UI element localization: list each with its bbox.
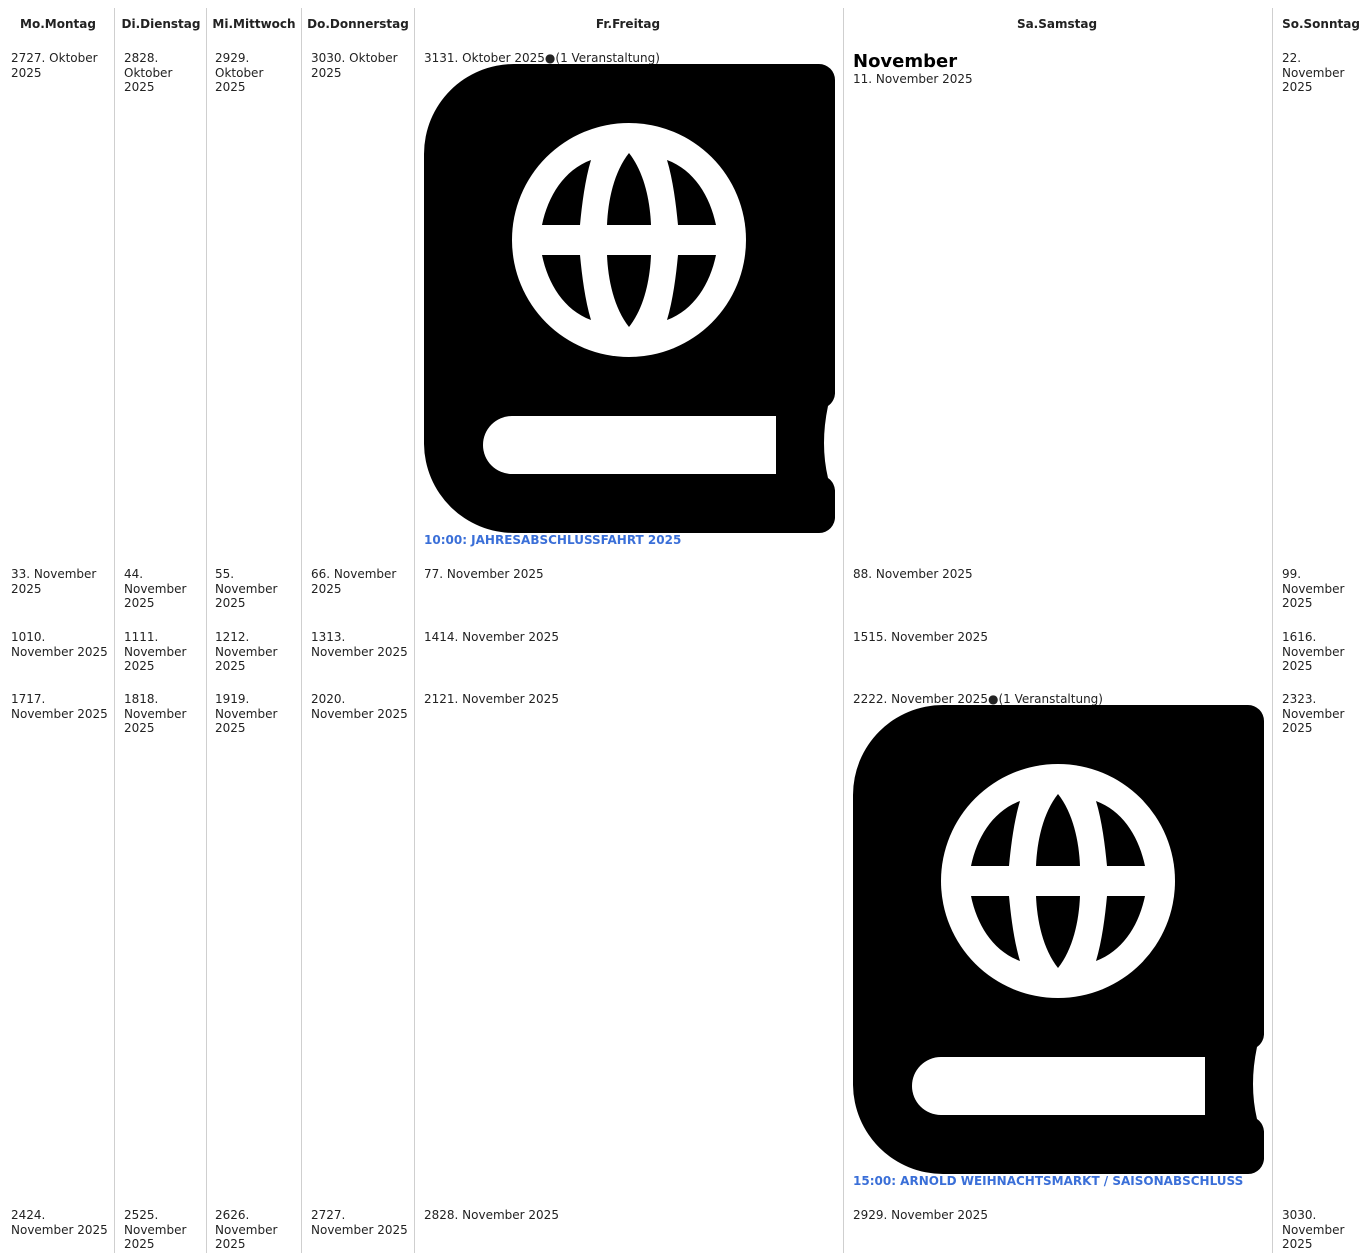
day-cell[interactable]: 2828. November 2025 bbox=[424, 1208, 838, 1223]
month-label: November bbox=[853, 51, 958, 72]
day-cell[interactable]: 2323. November 2025 bbox=[1282, 692, 1352, 736]
column-divider bbox=[414, 8, 415, 1253]
day-cell[interactable]: 88. November 2025 bbox=[853, 567, 1267, 582]
day-cell[interactable]: 33. November 2025 bbox=[11, 567, 111, 596]
day-cell[interactable]: 2525. November 2025 bbox=[124, 1208, 202, 1252]
weekday-header-sunday: So.Sonntag bbox=[1282, 17, 1360, 31]
event-count: (1 Veranstaltung) bbox=[998, 692, 1103, 706]
weekday-header-friday: Fr.Freitag bbox=[595, 17, 661, 31]
event-dot-icon: ● bbox=[987, 692, 999, 706]
day-cell[interactable]: 2929. Oktober 2025 bbox=[215, 51, 297, 95]
column-divider bbox=[114, 8, 115, 1253]
column-divider bbox=[206, 8, 207, 1253]
day-cell-label: 2222. November 2025 bbox=[853, 692, 988, 706]
weekday-header-tuesday: Di.Dienstag bbox=[121, 17, 201, 31]
day-cell[interactable]: 1919. November 2025 bbox=[215, 692, 297, 736]
calendar-month-view: Mo.Montag Di.Dienstag Mi.Mittwoch Do.Don… bbox=[0, 0, 1370, 1253]
day-cell[interactable]: 1515. November 2025 bbox=[853, 630, 1267, 645]
passport-globe-icon[interactable] bbox=[853, 705, 1264, 1174]
day-cell[interactable]: 2727. November 2025 bbox=[311, 1208, 409, 1237]
event-count: (1 Veranstaltung) bbox=[555, 51, 660, 65]
day-cell[interactable]: 55. November 2025 bbox=[215, 567, 297, 611]
event-link[interactable]: 15:00: ARNOLD WEIHNACHTSMARKT / SAISONAB… bbox=[853, 1174, 1243, 1188]
day-cell[interactable]: 2727. Oktober 2025 bbox=[11, 51, 111, 80]
day-cell[interactable]: 1616. November 2025 bbox=[1282, 630, 1352, 674]
day-cell[interactable]: 11. November 2025 bbox=[853, 72, 1267, 87]
day-cell[interactable]: 1414. November 2025 bbox=[424, 630, 838, 645]
day-cell[interactable]: 1010. November 2025 bbox=[11, 630, 111, 659]
event-link[interactable]: 10:00: JAHRESABSCHLUSSFAHRT 2025 bbox=[424, 533, 681, 547]
day-cell[interactable]: 2424. November 2025 bbox=[11, 1208, 111, 1237]
day-cell-label: 3131. Oktober 2025 bbox=[424, 51, 545, 65]
day-cell[interactable]: 2828. Oktober 2025 bbox=[124, 51, 202, 95]
day-cell[interactable]: 66. November 2025 bbox=[311, 567, 409, 596]
event-dot-icon: ● bbox=[544, 51, 556, 65]
column-divider bbox=[301, 8, 302, 1253]
column-divider bbox=[1272, 8, 1273, 1253]
day-cell[interactable]: 3030. November 2025 bbox=[1282, 1208, 1352, 1252]
day-cell[interactable]: 1212. November 2025 bbox=[215, 630, 297, 674]
day-cell[interactable]: 1818. November 2025 bbox=[124, 692, 202, 736]
day-cell[interactable]: 22. November 2025 bbox=[1282, 51, 1352, 95]
day-cell[interactable]: 1313. November 2025 bbox=[311, 630, 409, 659]
day-cell[interactable]: 2020. November 2025 bbox=[311, 692, 409, 721]
day-cell[interactable]: 1111. November 2025 bbox=[124, 630, 202, 674]
day-cell[interactable]: 2626. November 2025 bbox=[215, 1208, 297, 1252]
day-cell[interactable]: 1717. November 2025 bbox=[11, 692, 111, 721]
weekday-header-monday: Mo.Montag bbox=[20, 17, 96, 31]
day-cell[interactable]: 2121. November 2025 bbox=[424, 692, 838, 707]
weekday-header-saturday: Sa.Samstag bbox=[1016, 17, 1098, 31]
weekday-header-wednesday: Mi.Mittwoch bbox=[212, 17, 296, 31]
day-cell[interactable]: 3030. Oktober 2025 bbox=[311, 51, 409, 80]
passport-globe-icon[interactable] bbox=[424, 64, 835, 533]
day-cell[interactable]: 44. November 2025 bbox=[124, 567, 202, 611]
day-cell[interactable]: 99. November 2025 bbox=[1282, 567, 1352, 611]
day-cell[interactable]: 77. November 2025 bbox=[424, 567, 838, 582]
column-divider bbox=[843, 8, 844, 1253]
day-cell[interactable]: 2929. November 2025 bbox=[853, 1208, 1267, 1223]
weekday-header-thursday: Do.Donnerstag bbox=[307, 17, 409, 31]
